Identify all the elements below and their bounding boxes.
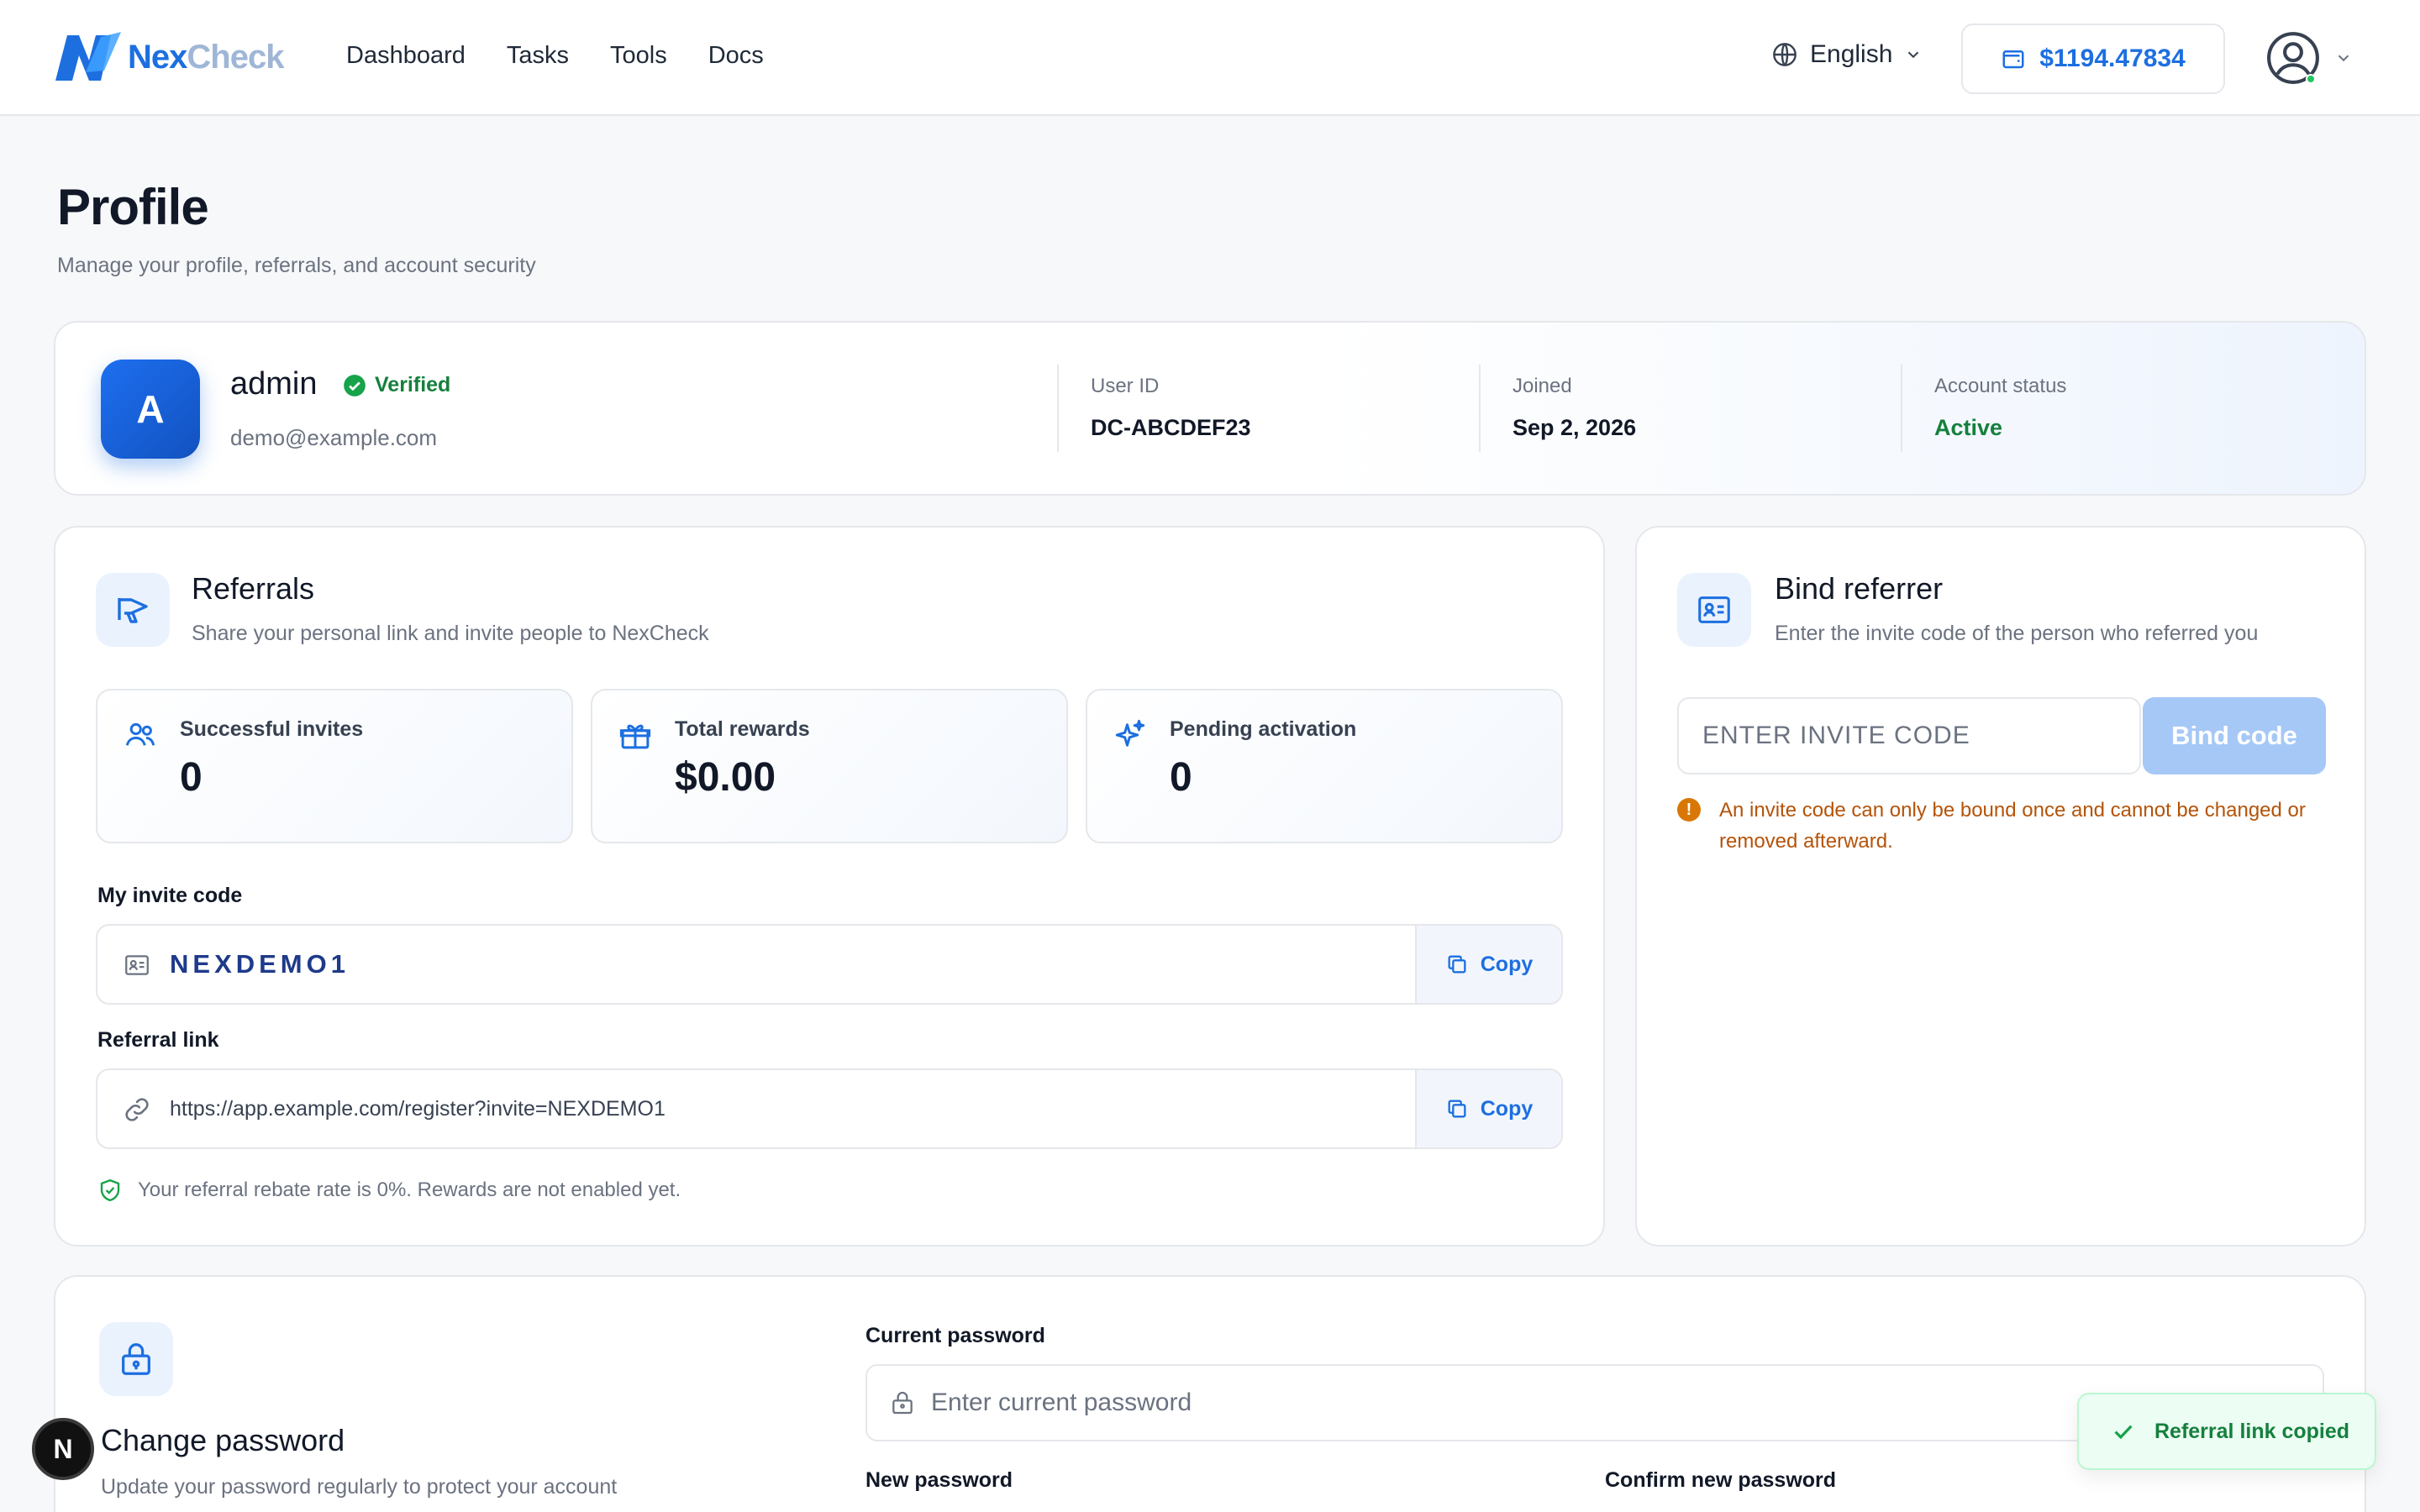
referrals-subtitle: Share your personal link and invite peop… [192, 622, 709, 645]
sparkles-icon [1115, 719, 1145, 747]
invite-code-label: My invite code [97, 884, 243, 907]
logo-wordmark: NexCheck [128, 38, 284, 76]
logo[interactable]: NexCheck [52, 30, 284, 84]
stat-total-rewards: Total rewards $0.00 [591, 689, 1068, 843]
verified-label: Verified [375, 373, 451, 396]
page-title: Profile [57, 179, 209, 235]
profile-avatar: A [101, 360, 200, 459]
nav-link-tools[interactable]: Tools [610, 42, 667, 70]
copy-label: Copy [1480, 1096, 1534, 1121]
user-menu[interactable] [2265, 30, 2353, 86]
check-icon [2114, 1425, 2133, 1440]
bind-code-button[interactable]: Bind code [2143, 697, 2326, 774]
bind-title: Bind referrer [1775, 571, 1944, 606]
bind-referrer-card: Bind referrer Enter the invite code of t… [1635, 526, 2366, 1247]
stat-label: Total rewards [675, 717, 810, 741]
id-card-icon [125, 955, 149, 975]
rebate-note-text: Your referral rebate rate is 0%. Rewards… [138, 1179, 681, 1201]
user-avatar [2265, 30, 2321, 86]
referral-link-value[interactable]: https://app.example.com/register?invite=… [170, 1070, 666, 1147]
current-password-input[interactable] [931, 1366, 2191, 1440]
current-password-label: Current password [865, 1324, 1045, 1347]
lock-icon [122, 1343, 150, 1375]
dev-tools-badge[interactable]: N [32, 1418, 94, 1480]
online-status-dot [2306, 74, 2316, 84]
divider [1479, 365, 1481, 452]
top-navbar: NexCheck Dashboard Tasks Tools Docs Engl… [0, 0, 2420, 116]
wallet-icon [2002, 50, 2024, 69]
bind-subtitle: Enter the invite code of the person who … [1775, 622, 2259, 645]
copy-invite-code-button[interactable]: Copy [1415, 926, 1561, 1003]
balance-amount: $1194.47834 [2039, 45, 2186, 72]
wallet-balance-button[interactable]: $1194.47834 [1961, 24, 2225, 94]
id-card-icon [1698, 596, 1730, 623]
username: admin [230, 366, 318, 402]
change-password-card: Change password Update your password reg… [54, 1275, 2366, 1512]
invite-code-field: NEXDEMO1 Copy [96, 924, 1563, 1005]
copy-icon [1448, 1100, 1466, 1118]
globe-icon [1773, 43, 1797, 66]
gift-icon [619, 724, 651, 749]
copy-label: Copy [1480, 952, 1534, 976]
chevron-down-icon [2338, 55, 2349, 62]
stat-successful-invites: Successful invites 0 [96, 689, 573, 843]
user-id-label: User ID [1091, 375, 1160, 397]
logo-mark-icon [55, 32, 121, 81]
shield-check-icon [100, 1179, 120, 1202]
nav-link-docs[interactable]: Docs [708, 42, 764, 70]
check-circle-icon [344, 374, 366, 396]
rebate-note: Your referral rebate rate is 0%. Rewards… [97, 1178, 681, 1203]
password-icon-tile [99, 1322, 173, 1396]
users-icon [125, 722, 155, 746]
language-selector[interactable]: English [1771, 40, 1923, 69]
toast-message: Referral link copied [2154, 1419, 2350, 1443]
password-title: Change password [101, 1423, 345, 1457]
nav-link-tasks[interactable]: Tasks [507, 42, 569, 70]
confirm-password-label: Confirm new password [1605, 1468, 1837, 1492]
megaphone-icon [118, 598, 148, 623]
bind-icon-tile [1677, 573, 1751, 647]
stat-value: 0 [1170, 755, 1192, 800]
main-nav: Dashboard Tasks Tools Docs [346, 42, 764, 70]
divider [1057, 365, 1059, 452]
stat-label: Successful invites [180, 717, 364, 741]
bind-warning: ! An invite code can only be bound once … [1677, 795, 2333, 857]
link-icon [125, 1098, 149, 1121]
user-id-value: DC-ABCDEF23 [1091, 415, 1251, 440]
warning-icon: ! [1677, 798, 1701, 822]
bind-warning-text: An invite code can only be bound once an… [1719, 799, 2306, 853]
referrals-card: Referrals Share your personal link and i… [54, 526, 1605, 1247]
stat-value: 0 [180, 755, 203, 800]
account-status-label: Account status [1934, 375, 2067, 397]
invite-code-input[interactable] [1677, 697, 2141, 774]
language-label: English [1810, 40, 1893, 68]
divider [1901, 365, 1902, 452]
stat-pending-activation: Pending activation 0 [1086, 689, 1563, 843]
toast-notification: Referral link copied [2077, 1393, 2376, 1470]
password-subtitle: Update your password regularly to protec… [101, 1475, 618, 1499]
referral-link-label: Referral link [97, 1028, 219, 1052]
stat-value: $0.00 [675, 755, 776, 800]
joined-label: Joined [1512, 375, 1572, 397]
stat-label: Pending activation [1170, 717, 1357, 741]
referral-link-field: https://app.example.com/register?invite=… [96, 1068, 1563, 1149]
nav-link-dashboard[interactable]: Dashboard [346, 42, 466, 70]
copy-icon [1448, 955, 1466, 974]
user-email: demo@example.com [230, 425, 438, 450]
joined-value: Sep 2, 2026 [1512, 415, 1637, 440]
invite-code-value: NEXDEMO1 [170, 949, 350, 979]
account-status-value: Active [1934, 415, 2003, 440]
referrals-icon-tile [96, 573, 170, 647]
verified-badge: Verified [343, 373, 450, 397]
lock-icon [892, 1391, 913, 1415]
copy-referral-link-button[interactable]: Copy [1415, 1070, 1561, 1147]
profile-summary-card: A admin Verified demo@example.com User I… [54, 321, 2366, 496]
chevron-down-icon [1908, 51, 1919, 59]
referrals-title: Referrals [192, 571, 315, 606]
new-password-label: New password [865, 1468, 1013, 1492]
page-subtitle: Manage your profile, referrals, and acco… [57, 254, 536, 277]
